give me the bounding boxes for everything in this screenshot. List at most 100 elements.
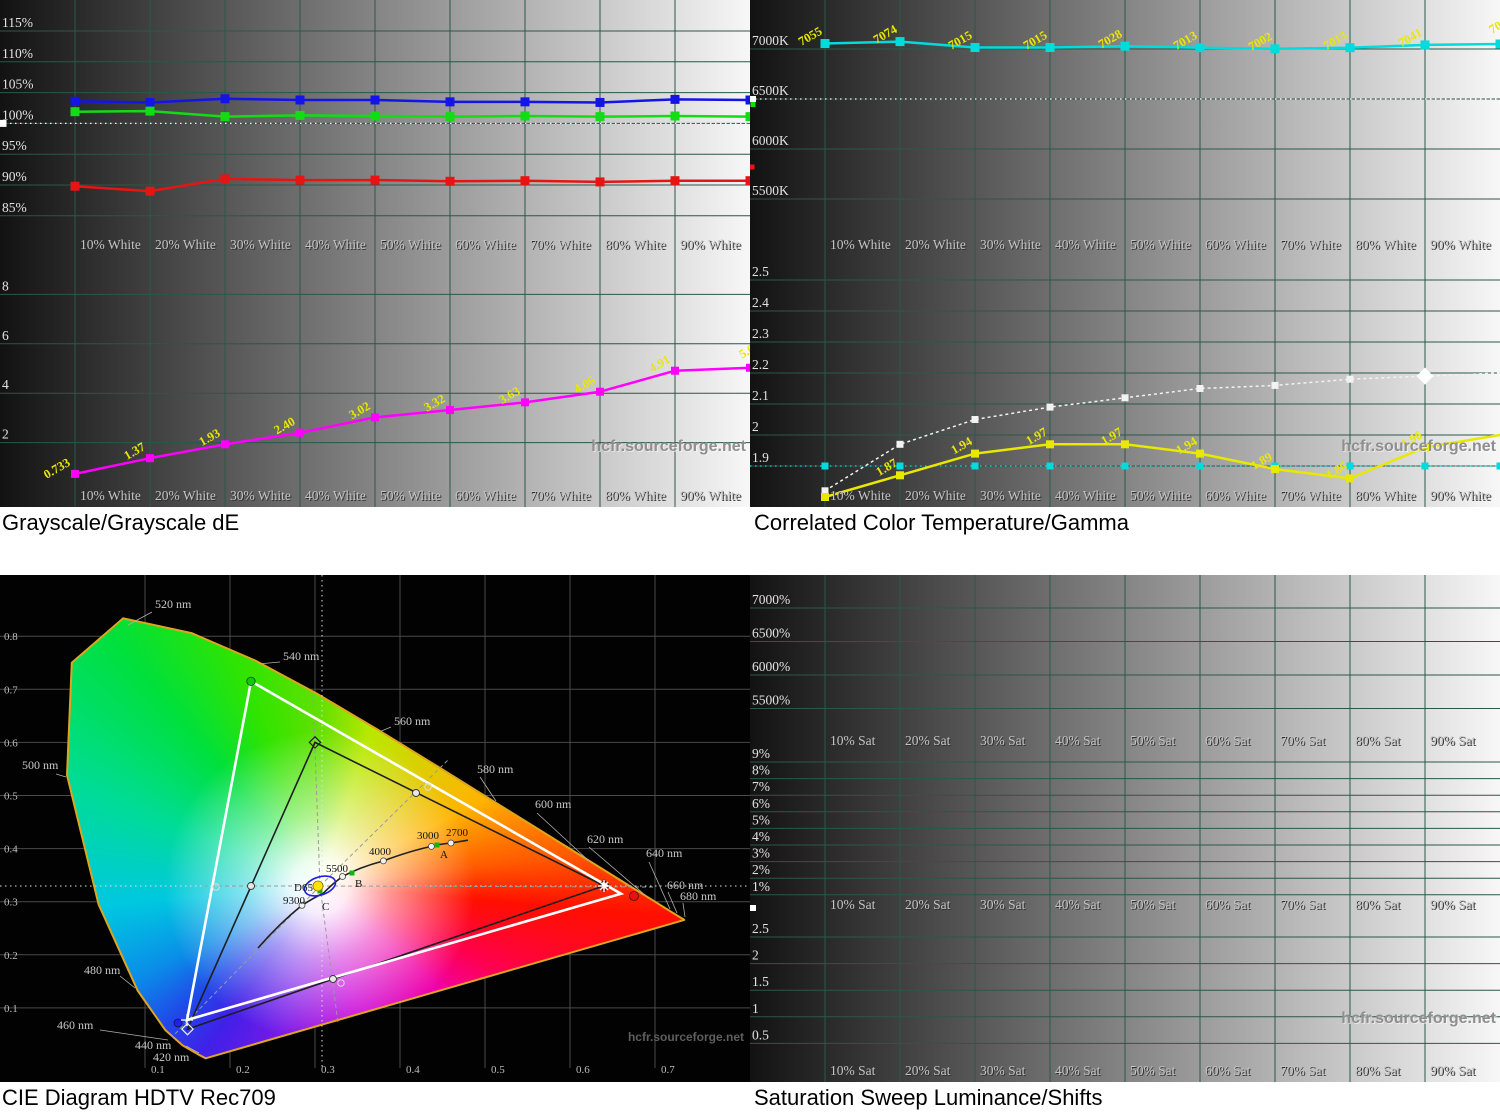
illuminant-label: 3000 [417,830,440,842]
y-tick-label: 5500K [752,183,789,198]
series-green-level [70,106,750,122]
y-tick-label: 115% [2,15,33,30]
y-tick-label: 0.2 [4,950,18,962]
y-tick-label: 5% [752,812,770,827]
category-label: 10% White [830,488,891,503]
category-label: 50% White [1130,488,1191,503]
data-point-marker [895,37,905,47]
white-point-crosshair [0,575,750,1068]
category-label: 20% Sat [905,897,951,912]
series-gamma-trend [821,367,1500,495]
y-tick-label: 6 [2,328,9,343]
data-point-marker [595,177,605,187]
data-point-marker [670,176,680,186]
y-tick-label: 2.5 [752,921,769,936]
y-tick-label: 6000% [752,659,790,674]
category-label: 20% Sat [905,1063,951,1078]
data-point-marker [1346,474,1354,483]
illuminant-label: 2700 [446,827,469,839]
category-label: 80% Sat [1355,897,1401,912]
chart-title-saturation: Saturation Sweep Luminance/Shifts [754,1085,1103,1110]
panel-cct-gamma: 7000K 7000K 6500K 6500K 6000K 6000K 5500K 5500K… [750,0,1500,507]
y-tick-label: 1% [752,879,770,894]
illuminant-label: 4000 [369,846,392,858]
y-tick-label: 0.8 [4,631,18,643]
category-label: 50% White [380,237,441,252]
y-tick-label: 2.3 [752,326,769,341]
data-point-marker [971,416,979,423]
series-blue-level [70,94,750,107]
x-tick-label: 0.2 [236,1064,250,1076]
data-point-marker [370,175,380,185]
y-tick-label: 2 [752,948,759,963]
y-tick-label: 2.2 [752,357,769,372]
wavelength-label: 460 nm [57,1018,94,1032]
data-point-marker [1046,440,1054,449]
data-point-marker [145,186,155,196]
reference-marker [750,96,756,102]
y-tick-label: 2.1 [752,388,769,403]
category-label: 40% White [1055,237,1116,252]
illuminant-label: B [355,878,362,890]
measured-gamut-triangle [185,679,625,1022]
data-label: 7055 [796,24,825,49]
y-tick-label: 85% [2,200,27,215]
data-point-marker [446,405,454,414]
wavelength-label: 600 nm [535,797,572,811]
y-tick-label: 4% [752,829,770,844]
y-tick-label: 1.5 [752,974,769,989]
wavelength-label: 640 nm [646,846,683,860]
x-tick-label: 0.6 [576,1064,590,1076]
category-label: 20% Sat [905,733,951,748]
data-point-marker [70,96,80,106]
data-point-marker [670,94,680,104]
category-label: 40% White [1055,488,1116,503]
category-label: 90% White [1430,237,1491,252]
category-label: 70% White [530,237,591,252]
saturation-plot: 7000%7000%6500%6500%6000%6000%5500%5500%… [750,575,1500,1082]
trend-end-marker [1416,367,1434,385]
category-label: 70% Sat [1280,1063,1326,1078]
illuminant-A-marker [434,842,440,848]
data-point-marker [970,43,980,52]
data-point-marker [220,112,230,122]
data-point-marker [445,97,455,107]
y-tick-label: 2 [2,427,9,442]
data-point-marker [71,469,79,478]
category-label: 90% Sat [1430,733,1476,748]
y-tick-label: 1.9 [752,450,769,465]
category-label: 90% White [680,237,741,252]
data-point-marker [1045,43,1055,52]
category-label: 80% White [605,488,666,503]
data-point-marker [145,97,155,107]
category-label: 30% Sat [980,1063,1026,1078]
category-label: 60% Sat [1205,733,1251,748]
chart-title-cct-gamma: Correlated Color Temperature/Gamma [754,510,1129,535]
gamma-reference-marker [1496,462,1500,470]
y-tick-label: 0.5 [4,791,18,803]
category-label: 40% White [305,237,366,252]
wavelength-label: 580 nm [477,762,514,776]
y-tick-label: 105% [2,77,34,92]
y-tick-label: 7000% [752,592,790,607]
watermark: hcfr.sourceforge.net [1341,438,1496,455]
data-point-marker [1120,41,1130,51]
category-label: 90% White [1430,488,1491,503]
y-tick-label: 6000K [752,133,789,148]
y-tick-label: 6500K [752,83,789,98]
y-tick-label: 2 [752,419,759,434]
panel-cie: 0.1 0.2 0.3 0.4 0.5 0.6 0.7 0.8 0.7 0.6 0.5 0.4 0.3 0… [0,575,750,1082]
wavelength-leader-line [55,773,67,778]
category-label: 30% White [980,237,1041,252]
category-label: 50% Sat [1130,897,1176,912]
category-label: 10% White [80,237,141,252]
category-label: 60% White [455,237,516,252]
reference-dash-lines [171,694,656,1038]
hcfr-charts-page: 115% 115% 110% 110% 105% 105% 100% 100% 95% 95% 90… [0,0,1500,1119]
category-label: 20% White [155,237,216,252]
data-point-marker [596,387,604,396]
data-point-marker [1046,403,1054,411]
wavelength-leader-line [682,902,686,918]
category-label: 40% Sat [1055,733,1101,748]
category-label: 80% White [605,237,666,252]
